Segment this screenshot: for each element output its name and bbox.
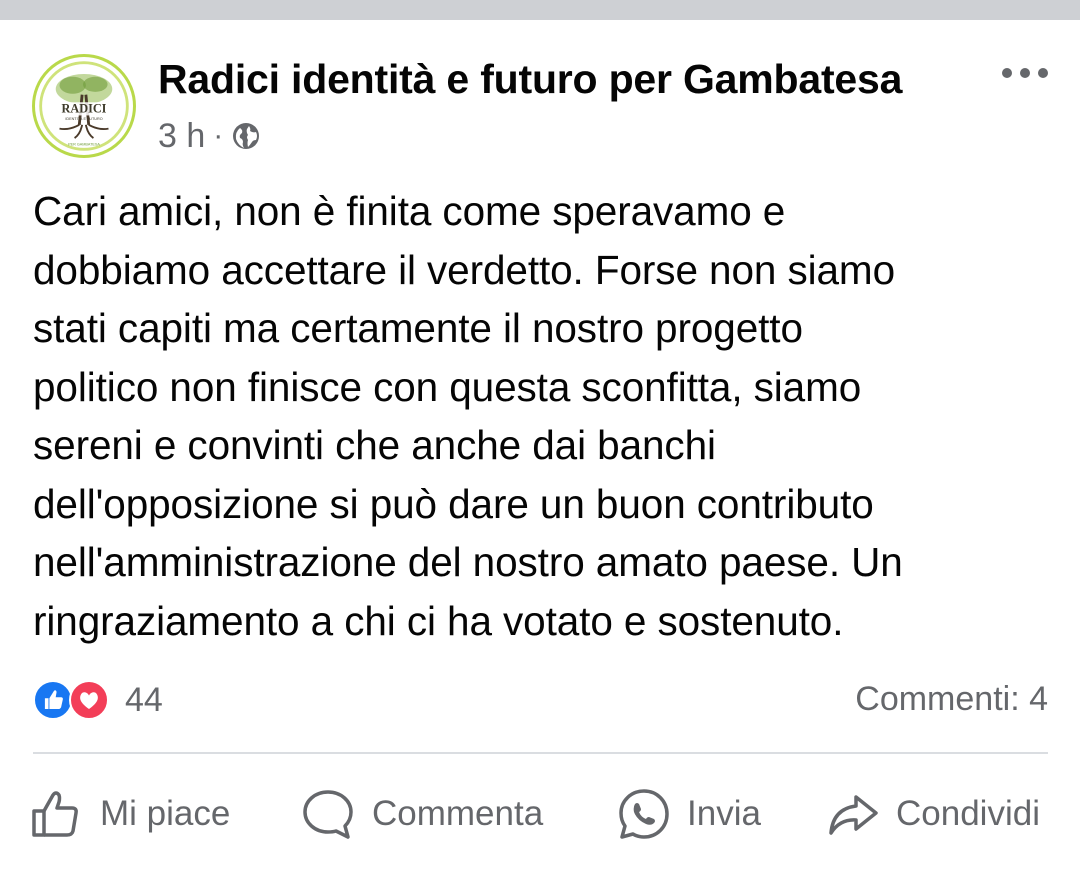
post-time[interactable]: 3 h bbox=[158, 117, 205, 156]
like-button[interactable]: Mi piace bbox=[30, 778, 230, 850]
send-label: Invia bbox=[687, 794, 761, 833]
share-label: Condividi bbox=[896, 794, 1040, 833]
like-reaction-icon bbox=[33, 680, 73, 720]
post-meta: 3 h · bbox=[158, 116, 261, 156]
share-arrow-icon bbox=[829, 795, 878, 835]
comment-button[interactable]: Commenta bbox=[300, 778, 543, 850]
action-bar: Mi piace Commenta Invia Condividi bbox=[0, 778, 1080, 850]
top-strip bbox=[0, 0, 1080, 20]
more-dot-icon bbox=[1038, 68, 1048, 78]
more-dot-icon bbox=[1020, 68, 1030, 78]
whatsapp-icon bbox=[619, 789, 669, 839]
love-reaction-icon bbox=[69, 680, 109, 720]
post-card: RADICI IDENTITÀ E FUTURO PER GAMBATESA R… bbox=[0, 20, 1080, 869]
like-label: Mi piace bbox=[100, 794, 231, 833]
page-avatar[interactable]: RADICI IDENTITÀ E FUTURO PER GAMBATESA bbox=[32, 54, 136, 158]
comment-label: Commenta bbox=[372, 794, 544, 833]
page-name[interactable]: Radici identità e futuro per Gambatesa bbox=[158, 56, 902, 103]
more-options-button[interactable] bbox=[1000, 60, 1050, 86]
reactions-summary[interactable]: 44 bbox=[33, 678, 163, 722]
logo-text: RADICI bbox=[62, 102, 107, 116]
logo-bottom-text: PER GAMBATESA bbox=[68, 143, 100, 147]
thumbs-up-icon bbox=[32, 791, 78, 837]
reaction-icons bbox=[33, 678, 121, 722]
logo-subtext: IDENTITÀ E FUTURO bbox=[65, 117, 102, 121]
radici-logo: RADICI IDENTITÀ E FUTURO PER GAMBATESA bbox=[36, 58, 132, 154]
comments-count[interactable]: Commenti: 4 bbox=[855, 680, 1048, 719]
reaction-count: 44 bbox=[125, 680, 163, 719]
globe-icon bbox=[231, 121, 261, 151]
meta-separator: · bbox=[213, 119, 224, 152]
post-text: Cari amici, non è finita come speravamo … bbox=[33, 188, 903, 644]
divider bbox=[33, 752, 1048, 754]
comment-bubble-icon bbox=[303, 790, 353, 839]
send-button[interactable]: Invia bbox=[617, 778, 761, 850]
share-button[interactable]: Condividi bbox=[826, 778, 1040, 850]
more-dot-icon bbox=[1002, 68, 1012, 78]
